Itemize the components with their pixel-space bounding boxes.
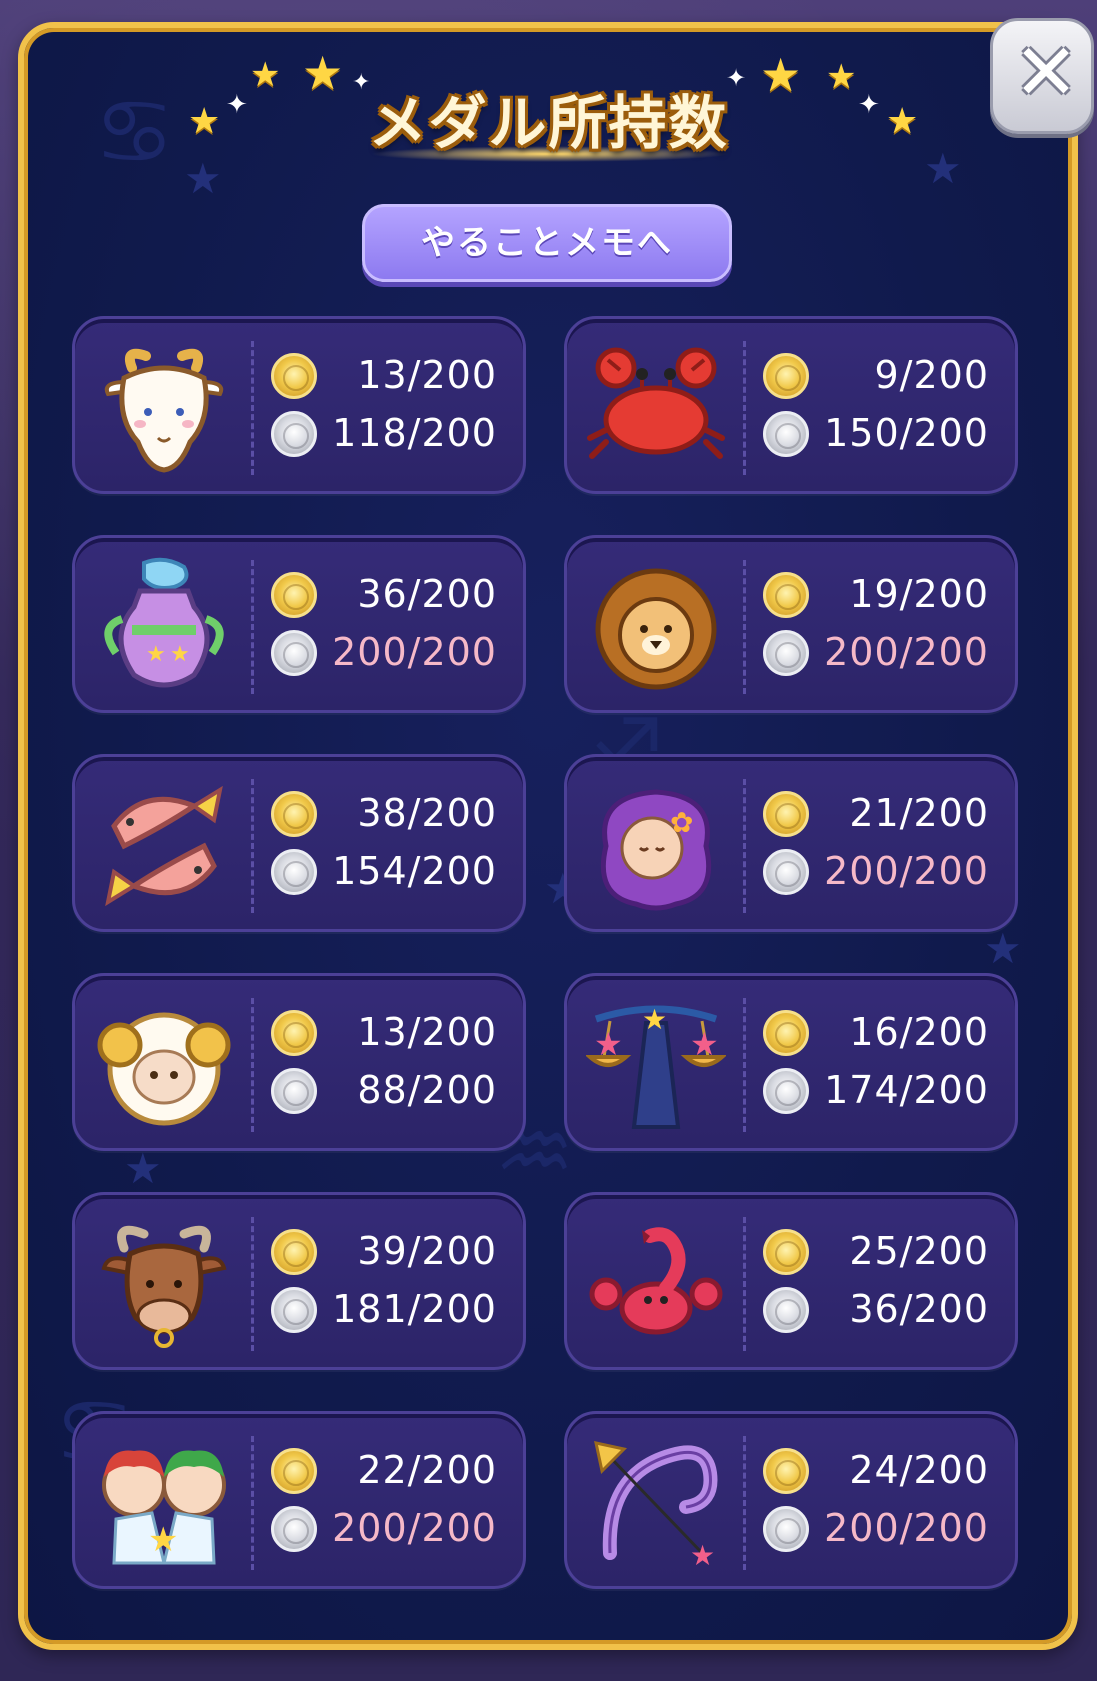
dialog-title: メダル所持数 — [368, 89, 729, 157]
card-divider — [743, 779, 746, 913]
silver-medal-count: 200/200 — [332, 1506, 497, 1550]
close-icon: ✕ — [1013, 28, 1079, 118]
card-divider — [251, 1217, 254, 1351]
fish-icon — [89, 771, 239, 921]
card-divider — [743, 341, 746, 475]
gold-medal-count: 9/200 — [874, 353, 989, 397]
svg-text:★: ★ — [690, 1539, 715, 1572]
card-divider — [251, 1436, 254, 1570]
gold-medal-count: 21/200 — [849, 791, 989, 835]
silver-medal-count: 88/200 — [357, 1068, 497, 1112]
svg-text:✿: ✿ — [670, 806, 693, 839]
card-divider — [743, 998, 746, 1132]
gold-medal-count: 13/200 — [357, 1010, 497, 1054]
gold-medal-count: 36/200 — [357, 572, 497, 616]
card-divider — [251, 998, 254, 1132]
background-star-icon: ★ — [984, 924, 1022, 973]
medal-card-pisces-fish: 38/200 154/200 — [72, 754, 526, 932]
bow-arrow-icon: ★ — [581, 1428, 731, 1578]
medal-card-libra-scales: ★ ★ ★ 16/200 174/200 — [564, 973, 1018, 1151]
silver-medal-count: 200/200 — [824, 630, 989, 674]
scorpion-icon — [581, 1209, 731, 1359]
silver-medal-count: 181/200 — [332, 1287, 497, 1331]
water-urn-icon: ★ ★ — [89, 552, 239, 702]
svg-text:★: ★ — [148, 1520, 178, 1560]
medal-card-aquarius-urn: ★ ★ 36/200 200/200 — [72, 535, 526, 713]
silver-medal-count: 118/200 — [332, 411, 497, 455]
twins-icon: ★ — [89, 1428, 239, 1578]
medal-card-sagittarius-bow: ★ 24/200 200/200 — [564, 1411, 1018, 1589]
crab-icon — [581, 333, 731, 483]
close-button[interactable]: ✕ — [990, 18, 1094, 134]
gold-medal-count: 39/200 — [357, 1229, 497, 1273]
medal-card-gemini-twins: ★ 22/200 200/200 — [72, 1411, 526, 1589]
gold-medal-count: 16/200 — [849, 1010, 989, 1054]
maiden-icon: ✿ — [581, 771, 731, 921]
card-divider — [743, 560, 746, 694]
card-divider — [251, 341, 254, 475]
svg-text:★: ★ — [170, 642, 190, 667]
silver-medal-count: 154/200 — [332, 849, 497, 893]
goat-icon — [89, 333, 239, 483]
medal-card-scorpio-scorpion: 25/200 36/200 — [564, 1192, 1018, 1370]
medal-card-capricorn-goat: 13/200 118/200 — [72, 316, 526, 494]
medal-card-leo-lion: 19/200 200/200 — [564, 535, 1018, 713]
background-star-icon: ★ — [184, 154, 222, 203]
background-star-icon: ★ — [124, 1144, 162, 1193]
card-divider — [743, 1436, 746, 1570]
medal-card-virgo-maiden: ✿ 21/200 200/200 — [564, 754, 1018, 932]
svg-text:★: ★ — [594, 1025, 623, 1063]
gold-medal-count: 24/200 — [849, 1448, 989, 1492]
gold-medal-count: 25/200 — [849, 1229, 989, 1273]
medal-card-aries-ram: 13/200 88/200 — [72, 973, 526, 1151]
card-divider — [251, 560, 254, 694]
memo-button[interactable]: やることメモへ — [362, 204, 732, 282]
silver-medal-count: 200/200 — [332, 630, 497, 674]
svg-text:★: ★ — [146, 642, 166, 667]
card-divider — [251, 779, 254, 913]
title-banner: ★ ✦ ★ ★ ✦ ✦ ★ ★ ✦ ★ メダル所持数 — [0, 50, 1097, 162]
gold-medal-count: 22/200 — [357, 1448, 497, 1492]
silver-medal-count: 174/200 — [824, 1068, 989, 1112]
svg-text:★: ★ — [690, 1025, 719, 1063]
silver-medal-count: 36/200 — [849, 1287, 989, 1331]
ram-icon — [89, 990, 239, 1140]
bull-icon — [89, 1209, 239, 1359]
medal-card-cancer-crab: 9/200 150/200 — [564, 316, 1018, 494]
silver-medal-count: 200/200 — [824, 849, 989, 893]
scales-icon: ★ ★ ★ — [581, 990, 731, 1140]
silver-medal-count: 200/200 — [824, 1506, 989, 1550]
gold-medal-count: 38/200 — [357, 791, 497, 835]
gold-medal-count: 19/200 — [849, 572, 989, 616]
lion-icon — [581, 552, 731, 702]
gold-medal-count: 13/200 — [357, 353, 497, 397]
medal-card-taurus-bull: 39/200 181/200 — [72, 1192, 526, 1370]
card-divider — [743, 1217, 746, 1351]
svg-text:★: ★ — [642, 1003, 667, 1036]
silver-medal-count: 150/200 — [824, 411, 989, 455]
